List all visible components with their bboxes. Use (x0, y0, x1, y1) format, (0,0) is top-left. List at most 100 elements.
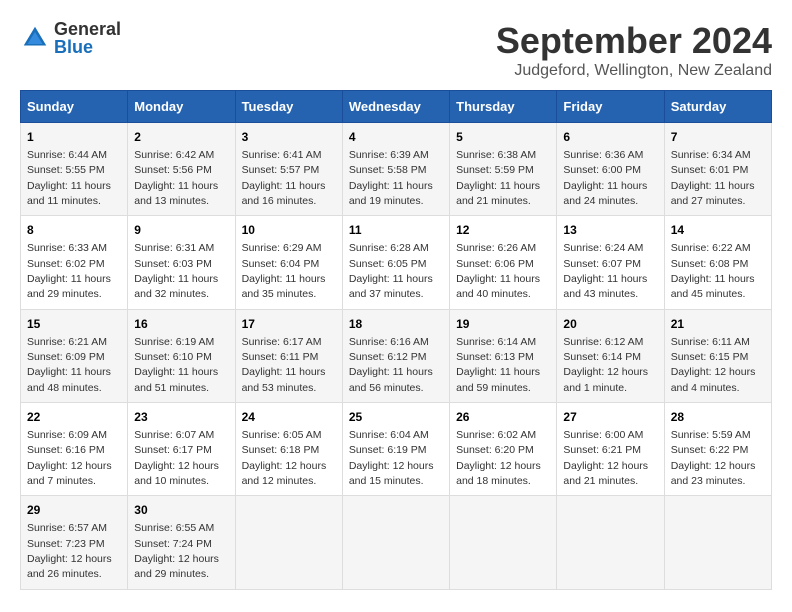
day-number: 27 (563, 409, 657, 426)
day-info: Sunrise: 6:11 AMSunset: 6:15 PMDaylight:… (671, 336, 756, 394)
calendar-cell: 12 Sunrise: 6:26 AMSunset: 6:06 PMDaylig… (450, 216, 557, 309)
header-saturday: Saturday (664, 91, 771, 123)
day-number: 22 (27, 409, 121, 426)
day-number: 17 (242, 316, 336, 333)
day-number: 3 (242, 129, 336, 146)
calendar-cell: 26 Sunrise: 6:02 AMSunset: 6:20 PMDaylig… (450, 403, 557, 496)
day-info: Sunrise: 6:19 AMSunset: 6:10 PMDaylight:… (134, 336, 218, 394)
day-info: Sunrise: 6:24 AMSunset: 6:07 PMDaylight:… (563, 242, 647, 300)
calendar-cell: 9 Sunrise: 6:31 AMSunset: 6:03 PMDayligh… (128, 216, 235, 309)
day-info: Sunrise: 5:59 AMSunset: 6:22 PMDaylight:… (671, 429, 756, 487)
logo-general-text: General (54, 20, 121, 38)
day-info: Sunrise: 6:07 AMSunset: 6:17 PMDaylight:… (134, 429, 219, 487)
calendar-cell: 28 Sunrise: 5:59 AMSunset: 6:22 PMDaylig… (664, 403, 771, 496)
calendar-week-row: 29 Sunrise: 6:57 AMSunset: 7:23 PMDaylig… (21, 496, 772, 589)
header-sunday: Sunday (21, 91, 128, 123)
calendar-cell: 2 Sunrise: 6:42 AMSunset: 5:56 PMDayligh… (128, 123, 235, 216)
header-tuesday: Tuesday (235, 91, 342, 123)
calendar-cell: 11 Sunrise: 6:28 AMSunset: 6:05 PMDaylig… (342, 216, 449, 309)
day-info: Sunrise: 6:34 AMSunset: 6:01 PMDaylight:… (671, 149, 755, 207)
day-number: 12 (456, 222, 550, 239)
day-info: Sunrise: 6:12 AMSunset: 6:14 PMDaylight:… (563, 336, 648, 394)
day-info: Sunrise: 6:09 AMSunset: 6:16 PMDaylight:… (27, 429, 112, 487)
logo-blue-text: Blue (54, 38, 121, 56)
day-number: 11 (349, 222, 443, 239)
day-number: 14 (671, 222, 765, 239)
day-number: 1 (27, 129, 121, 146)
day-number: 10 (242, 222, 336, 239)
logo: General Blue (20, 20, 121, 56)
calendar-cell: 17 Sunrise: 6:17 AMSunset: 6:11 PMDaylig… (235, 309, 342, 402)
page-header: General Blue September 2024 Judgeford, W… (20, 20, 772, 80)
day-info: Sunrise: 6:38 AMSunset: 5:59 PMDaylight:… (456, 149, 540, 207)
day-info: Sunrise: 6:00 AMSunset: 6:21 PMDaylight:… (563, 429, 648, 487)
month-title: September 2024 (496, 20, 772, 62)
calendar-cell: 23 Sunrise: 6:07 AMSunset: 6:17 PMDaylig… (128, 403, 235, 496)
day-info: Sunrise: 6:04 AMSunset: 6:19 PMDaylight:… (349, 429, 434, 487)
calendar-cell (450, 496, 557, 589)
calendar-cell (557, 496, 664, 589)
day-info: Sunrise: 6:29 AMSunset: 6:04 PMDaylight:… (242, 242, 326, 300)
day-number: 4 (349, 129, 443, 146)
day-info: Sunrise: 6:55 AMSunset: 7:24 PMDaylight:… (134, 522, 219, 580)
calendar-cell: 29 Sunrise: 6:57 AMSunset: 7:23 PMDaylig… (21, 496, 128, 589)
day-number: 19 (456, 316, 550, 333)
day-number: 24 (242, 409, 336, 426)
day-info: Sunrise: 6:02 AMSunset: 6:20 PMDaylight:… (456, 429, 541, 487)
calendar-week-row: 22 Sunrise: 6:09 AMSunset: 6:16 PMDaylig… (21, 403, 772, 496)
location: Judgeford, Wellington, New Zealand (496, 62, 772, 80)
calendar-cell: 20 Sunrise: 6:12 AMSunset: 6:14 PMDaylig… (557, 309, 664, 402)
day-number: 13 (563, 222, 657, 239)
calendar-cell: 13 Sunrise: 6:24 AMSunset: 6:07 PMDaylig… (557, 216, 664, 309)
day-number: 9 (134, 222, 228, 239)
day-number: 21 (671, 316, 765, 333)
day-number: 23 (134, 409, 228, 426)
day-number: 28 (671, 409, 765, 426)
day-info: Sunrise: 6:05 AMSunset: 6:18 PMDaylight:… (242, 429, 327, 487)
calendar-cell (342, 496, 449, 589)
day-info: Sunrise: 6:42 AMSunset: 5:56 PMDaylight:… (134, 149, 218, 207)
day-number: 25 (349, 409, 443, 426)
day-info: Sunrise: 6:57 AMSunset: 7:23 PMDaylight:… (27, 522, 112, 580)
day-number: 6 (563, 129, 657, 146)
day-number: 2 (134, 129, 228, 146)
calendar-cell: 25 Sunrise: 6:04 AMSunset: 6:19 PMDaylig… (342, 403, 449, 496)
header-thursday: Thursday (450, 91, 557, 123)
day-number: 8 (27, 222, 121, 239)
day-number: 7 (671, 129, 765, 146)
day-info: Sunrise: 6:41 AMSunset: 5:57 PMDaylight:… (242, 149, 326, 207)
calendar-cell: 18 Sunrise: 6:16 AMSunset: 6:12 PMDaylig… (342, 309, 449, 402)
calendar-cell: 3 Sunrise: 6:41 AMSunset: 5:57 PMDayligh… (235, 123, 342, 216)
day-info: Sunrise: 6:26 AMSunset: 6:06 PMDaylight:… (456, 242, 540, 300)
calendar-cell: 10 Sunrise: 6:29 AMSunset: 6:04 PMDaylig… (235, 216, 342, 309)
calendar-cell: 16 Sunrise: 6:19 AMSunset: 6:10 PMDaylig… (128, 309, 235, 402)
calendar-cell: 19 Sunrise: 6:14 AMSunset: 6:13 PMDaylig… (450, 309, 557, 402)
day-number: 26 (456, 409, 550, 426)
day-info: Sunrise: 6:21 AMSunset: 6:09 PMDaylight:… (27, 336, 111, 394)
calendar-week-row: 8 Sunrise: 6:33 AMSunset: 6:02 PMDayligh… (21, 216, 772, 309)
day-info: Sunrise: 6:39 AMSunset: 5:58 PMDaylight:… (349, 149, 433, 207)
calendar-cell: 1 Sunrise: 6:44 AMSunset: 5:55 PMDayligh… (21, 123, 128, 216)
header-friday: Friday (557, 91, 664, 123)
day-number: 16 (134, 316, 228, 333)
day-number: 20 (563, 316, 657, 333)
header-monday: Monday (128, 91, 235, 123)
logo-icon (20, 23, 50, 53)
calendar-table: Sunday Monday Tuesday Wednesday Thursday… (20, 90, 772, 590)
calendar-cell: 14 Sunrise: 6:22 AMSunset: 6:08 PMDaylig… (664, 216, 771, 309)
day-number: 5 (456, 129, 550, 146)
calendar-week-row: 1 Sunrise: 6:44 AMSunset: 5:55 PMDayligh… (21, 123, 772, 216)
calendar-cell (235, 496, 342, 589)
calendar-week-row: 15 Sunrise: 6:21 AMSunset: 6:09 PMDaylig… (21, 309, 772, 402)
day-info: Sunrise: 6:33 AMSunset: 6:02 PMDaylight:… (27, 242, 111, 300)
calendar-cell: 5 Sunrise: 6:38 AMSunset: 5:59 PMDayligh… (450, 123, 557, 216)
calendar-cell: 27 Sunrise: 6:00 AMSunset: 6:21 PMDaylig… (557, 403, 664, 496)
calendar-cell: 6 Sunrise: 6:36 AMSunset: 6:00 PMDayligh… (557, 123, 664, 216)
day-number: 18 (349, 316, 443, 333)
calendar-cell: 8 Sunrise: 6:33 AMSunset: 6:02 PMDayligh… (21, 216, 128, 309)
day-number: 15 (27, 316, 121, 333)
day-number: 29 (27, 502, 121, 519)
calendar-cell: 21 Sunrise: 6:11 AMSunset: 6:15 PMDaylig… (664, 309, 771, 402)
calendar-cell: 30 Sunrise: 6:55 AMSunset: 7:24 PMDaylig… (128, 496, 235, 589)
calendar-cell: 7 Sunrise: 6:34 AMSunset: 6:01 PMDayligh… (664, 123, 771, 216)
